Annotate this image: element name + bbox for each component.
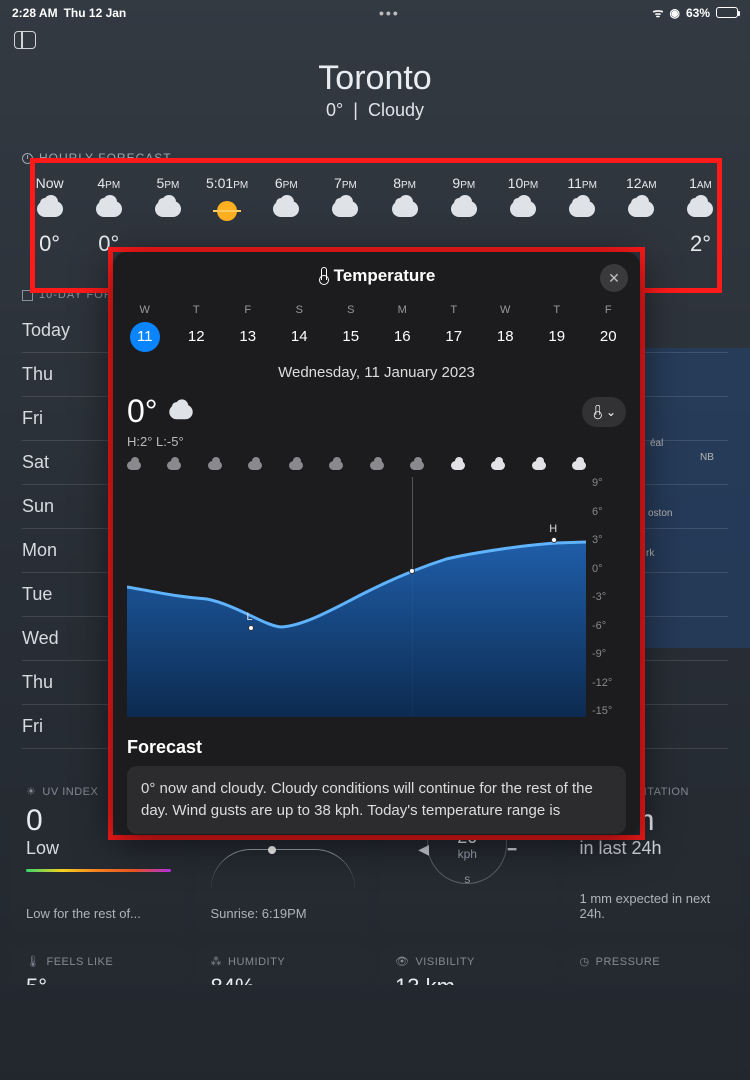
feels-like-tile[interactable]: 🌡FEELS LIKE 5° <box>12 945 185 985</box>
week-day-button[interactable]: F20 <box>588 304 628 352</box>
cloud-icon <box>451 461 465 470</box>
current-condition: 0° | Cloudy <box>0 100 750 121</box>
chart-now-dot <box>409 568 415 574</box>
sun-icon: ☀ <box>26 785 36 798</box>
week-day-button[interactable]: W11 <box>125 304 165 352</box>
uv-scale-bar <box>26 869 171 872</box>
thermometer-icon: 🌡 <box>26 955 40 968</box>
eye-icon: 👁 <box>395 955 409 968</box>
arrow-right-icon: ━ <box>508 841 516 858</box>
chevron-down-icon: ⌄ <box>606 405 616 419</box>
week-day-button[interactable]: W18 <box>485 304 525 352</box>
close-icon: ✕ <box>608 270 620 287</box>
location-icon: ◉ <box>669 6 679 20</box>
chart-y-axis: 9°6°3°0°-3°-6°-9°-12°-15° <box>592 477 626 717</box>
pressure-tile[interactable]: ◷PRESSURE <box>566 945 739 985</box>
chart-high-marker: H <box>549 523 557 535</box>
city-name: Toronto <box>0 59 750 98</box>
forecast-text: 0° now and cloudy. Cloudy conditions wil… <box>127 766 626 834</box>
cloud-icon <box>248 461 262 470</box>
week-day-button[interactable]: F13 <box>228 304 268 352</box>
cloud-icon <box>167 461 181 470</box>
thermometer-icon <box>593 404 601 418</box>
thermometer-icon <box>318 267 328 285</box>
current-temp-row: 0° ⌄ <box>113 389 640 434</box>
sidebar-toggle-icon[interactable] <box>14 31 36 49</box>
cloud-icon <box>491 461 505 470</box>
status-time: 2:28 AM <box>12 6 58 20</box>
detail-tiles-row-2: 🌡FEELS LIKE 5° ⁂HUMIDITY 84% 👁VISIBILITY… <box>0 945 750 985</box>
gauge-icon: ◷ <box>580 955 590 968</box>
high-low-label: H:2° L:-5° <box>113 434 640 455</box>
wifi-icon: ᯤ <box>653 4 664 21</box>
week-day-button[interactable]: S14 <box>279 304 319 352</box>
status-date: Thu 12 Jan <box>64 6 127 20</box>
cloud-icon <box>289 461 303 470</box>
battery-pct: 63% <box>686 6 710 20</box>
week-day-button[interactable]: M16 <box>382 304 422 352</box>
week-day-button[interactable]: S15 <box>331 304 371 352</box>
week-day-button[interactable]: T19 <box>537 304 577 352</box>
temperature-detail-modal: Temperature ✕ W11 T12 F13 S14 S15 M16 T17 W18 T1… <box>113 252 640 835</box>
modal-header: Temperature ✕ <box>113 252 640 300</box>
cloud-icon <box>127 461 141 470</box>
cloud-icon <box>169 404 192 418</box>
metric-picker-button[interactable]: ⌄ <box>582 397 626 427</box>
cloud-icon <box>329 461 343 470</box>
cloud-icon <box>370 461 384 470</box>
close-button[interactable]: ✕ <box>600 264 628 292</box>
modal-title: Temperature <box>318 266 436 286</box>
humidity-tile[interactable]: ⁂HUMIDITY 84% <box>197 945 370 985</box>
week-selector[interactable]: W11 T12 F13 S14 S15 M16 T17 W18 T19 F20 <box>113 300 640 356</box>
temperature-line <box>127 477 586 717</box>
cloud-icon <box>572 461 586 470</box>
week-day-button[interactable]: T12 <box>176 304 216 352</box>
cloud-icon <box>410 461 424 470</box>
battery-icon <box>716 7 738 18</box>
app-toolbar <box>0 25 750 55</box>
location-header: Toronto 0° | Cloudy <box>0 59 750 121</box>
week-day-button[interactable]: T17 <box>434 304 474 352</box>
forecast-heading: Forecast <box>113 725 640 766</box>
cloud-icon <box>208 461 222 470</box>
visibility-tile[interactable]: 👁VISIBILITY 13 km <box>381 945 554 985</box>
chart-low-marker: L <box>246 611 252 623</box>
humidity-icon: ⁂ <box>211 955 223 968</box>
cloud-icon <box>532 461 546 470</box>
selected-date-label: Wednesday, 11 January 2023 <box>113 356 640 389</box>
sun-path-arc <box>211 849 356 889</box>
multitask-dots-icon[interactable]: ••• <box>379 5 400 21</box>
temperature-chart[interactable]: 9°6°3°0°-3°-6°-9°-12°-15° H L <box>127 455 626 725</box>
status-bar: 2:28 AM Thu 12 Jan ••• ᯤ ◉ 63% <box>0 0 750 25</box>
arrow-left-icon: ◀ <box>418 841 429 858</box>
modal-current-temp: 0° <box>127 393 158 430</box>
